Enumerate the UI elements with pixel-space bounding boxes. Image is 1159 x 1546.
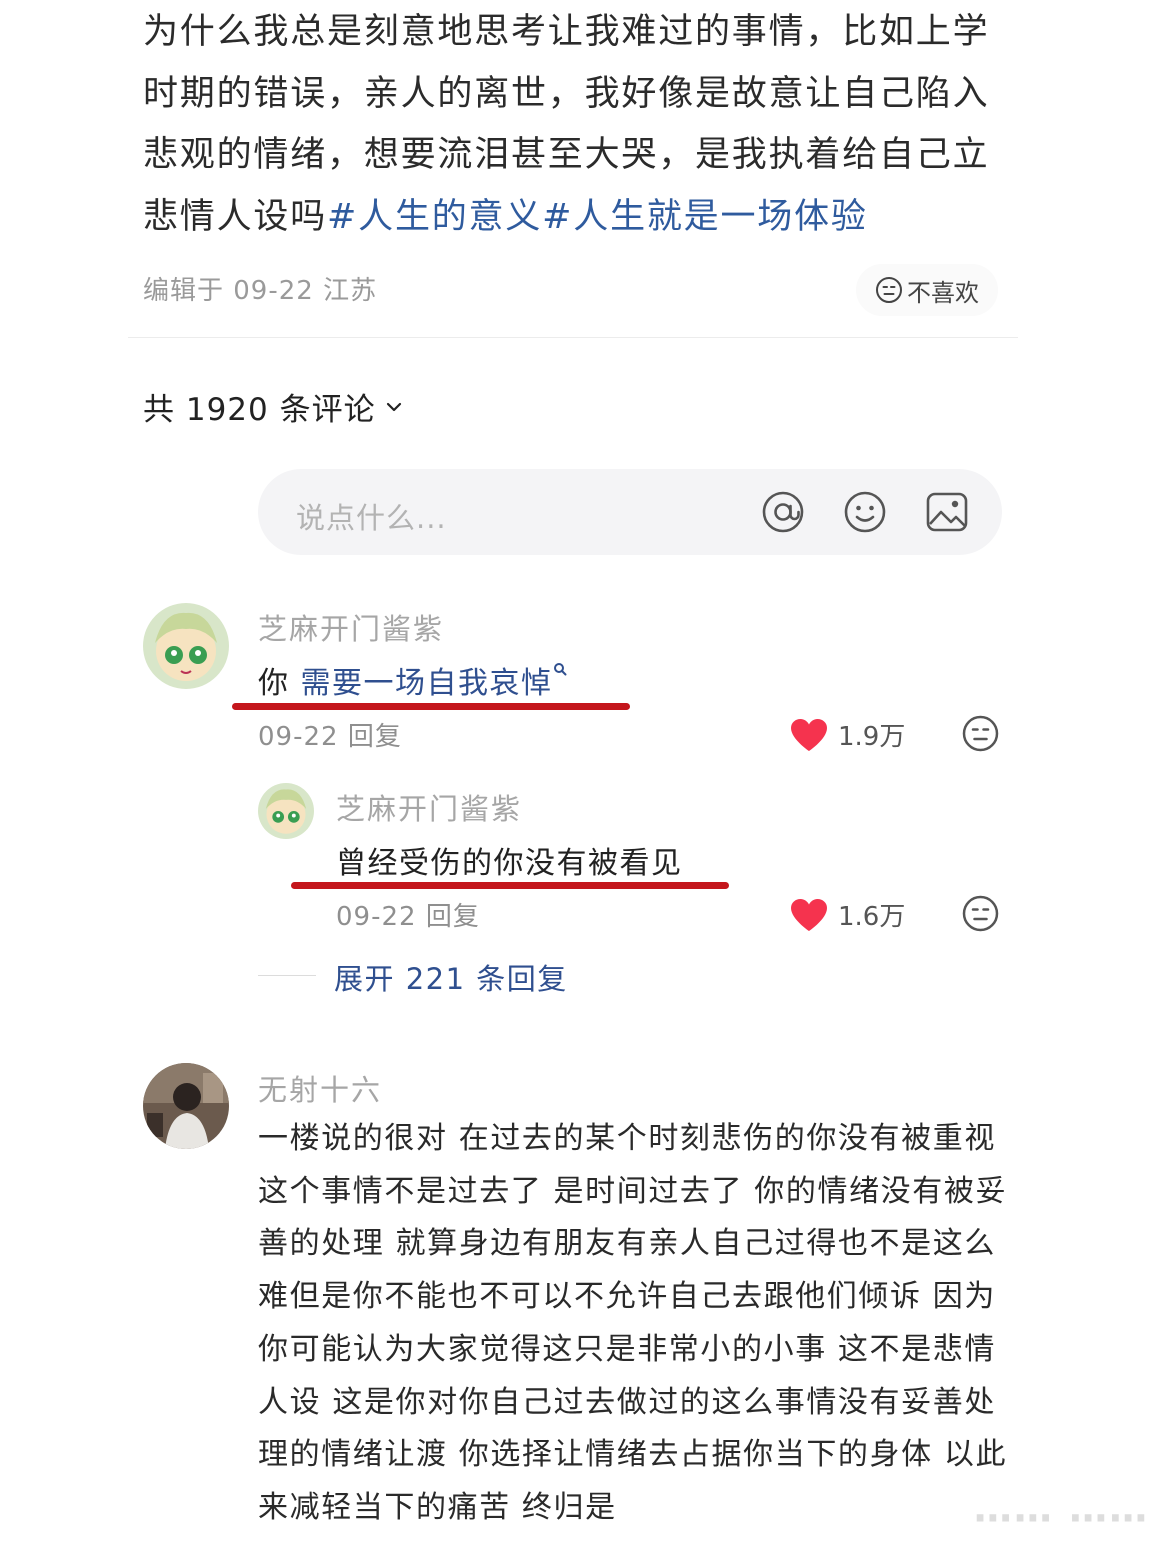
red-underline-annotation [232,703,630,710]
search-link[interactable]: 需要一场自我哀悼 [301,666,553,701]
hashtag-life-meaning[interactable]: #人生的意义 [327,197,542,237]
image-icon[interactable] [924,489,970,535]
search-icon [553,663,567,676]
like-button[interactable]: 1.9万 [790,716,905,753]
dislike-label: 不喜欢 [907,278,979,307]
neutral-face-icon [876,277,902,303]
reply-time-reply[interactable]: 09-22 回复 [336,896,480,933]
avatar-photo [143,1063,229,1149]
comment-prefix: 你 [258,666,290,701]
avatar-illustration [143,603,229,689]
expand-line [258,975,316,976]
post-text: 为什么我总是刻意地思考让我难过的事情，比如上学时期的错误，亲人的离世，我好像是故… [143,2,1023,248]
comment-username[interactable]: 无射十六 [258,1067,382,1109]
comment-count-sort[interactable]: 共 1920 条评论 [143,384,404,429]
heart-icon [791,718,827,751]
neutral-face-icon[interactable] [962,895,999,932]
reply-text: 曾经受伤的你没有被看见 [336,846,683,881]
comment-text: 一楼说的很对 在过去的某个时刻悲伤的你没有被重视 这个事情不是过去了 是时间过去… [258,1121,1008,1525]
heart-icon [791,898,827,931]
avatar-illustration [258,783,314,839]
hashtag-life-experience[interactable]: #人生就是一场体验 [542,197,868,237]
comment-username[interactable]: 芝麻开门酱紫 [258,606,444,648]
comment-input-placeholder: 说点什么... [296,501,447,535]
like-button[interactable]: 1.6万 [790,896,905,933]
divider [128,337,1018,338]
avatar[interactable] [143,1063,229,1149]
neutral-face-icon[interactable] [962,715,999,752]
dislike-button[interactable]: 不喜欢 [856,264,998,316]
like-count: 1.6万 [838,902,906,932]
comment-text: 你 需要一场自我哀悼 [258,658,567,702]
avatar[interactable] [143,603,229,689]
post-meta: 编辑于 09-22 江苏 [143,276,378,306]
like-count: 1.9万 [838,722,906,752]
at-mention-icon[interactable] [760,489,806,535]
emoji-icon[interactable] [842,489,888,535]
comment-count-label: 共 1920 条评论 [143,392,376,428]
expand-replies-button[interactable]: 展开 221 条回复 [334,956,568,998]
reply-username[interactable]: 芝麻开门酱紫 [336,786,522,828]
comment-time-reply[interactable]: 09-22 回复 [258,716,402,753]
comment-input[interactable]: 说点什么... [258,469,1002,555]
chevron-down-icon [386,402,401,411]
red-underline-annotation [291,882,729,889]
avatar[interactable] [258,783,314,839]
watermark: ⋯⋯ ⋯⋯ [973,1496,1149,1540]
